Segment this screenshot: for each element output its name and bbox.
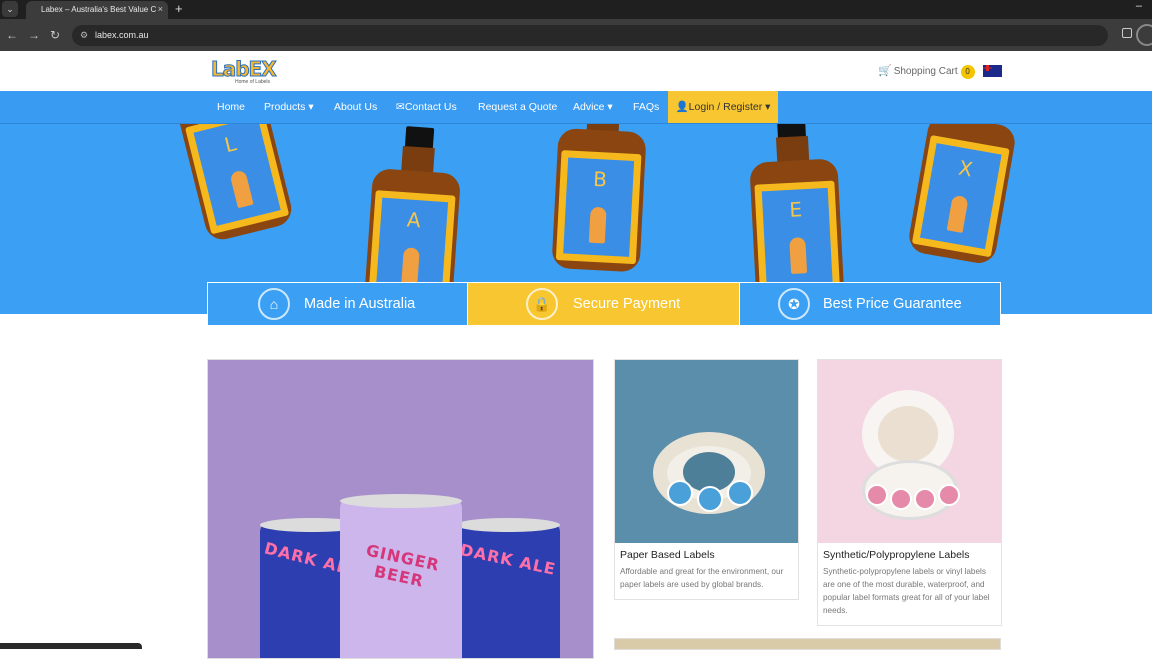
main-nav: Home Products ▾ About Us ✉Contact Us Req… bbox=[0, 91, 1152, 124]
status-bar bbox=[0, 643, 142, 649]
tab-search-button[interactable]: ⌄ bbox=[2, 1, 18, 17]
can-label: DARK ALE bbox=[458, 540, 558, 579]
nav-products[interactable]: Products ▾ bbox=[264, 91, 314, 123]
profile-avatar[interactable] bbox=[1136, 24, 1152, 46]
browser-toolbar: ← → ↻ ⚙ labex.com.au bbox=[0, 19, 1152, 51]
bottle-letter: B bbox=[592, 166, 608, 192]
bottle-letter: A bbox=[406, 207, 422, 233]
card-description: Affordable and great for the environment… bbox=[620, 567, 784, 589]
tab-close-icon[interactable]: × bbox=[158, 1, 163, 18]
feature-best-price: ✪ Best Price Guarantee bbox=[740, 283, 1000, 325]
reload-button[interactable]: ↻ bbox=[50, 27, 60, 43]
forward-button[interactable]: → bbox=[28, 27, 40, 43]
feature-label: Best Price Guarantee bbox=[823, 296, 962, 312]
card-title: Paper Based Labels bbox=[620, 549, 715, 561]
can-image: GINGER BEER bbox=[340, 494, 462, 658]
envelope-icon: ✉ bbox=[396, 101, 405, 113]
paper-labels-card[interactable]: Paper Based Labels Affordable and great … bbox=[614, 359, 799, 600]
logo-wordmark: LabEX bbox=[211, 57, 278, 81]
card-title: Synthetic/Polypropylene Labels bbox=[823, 549, 970, 561]
synthetic-labels-card[interactable]: Synthetic/Polypropylene Labels Synthetic… bbox=[817, 359, 1002, 626]
site-info-icon[interactable]: ⚙ bbox=[80, 25, 88, 46]
can-image: DARK ALE bbox=[456, 518, 560, 658]
bottle-letter: X bbox=[956, 155, 975, 182]
synthetic-labels-image bbox=[818, 360, 1001, 543]
shopping-cart-link[interactable]: 🛒 Shopping Cart 0 bbox=[878, 64, 975, 79]
paper-labels-image bbox=[615, 360, 798, 543]
user-icon: 👤 bbox=[675, 101, 689, 113]
cart-label: Shopping Cart bbox=[893, 66, 958, 77]
labex-logo[interactable]: LabEX Home of Labels bbox=[211, 57, 281, 86]
nav-contact-us[interactable]: ✉Contact Us bbox=[396, 91, 457, 123]
tab-title: Labex – Australia's Best Value C bbox=[41, 5, 157, 14]
nav-request-quote[interactable]: Request a Quote bbox=[478, 91, 557, 123]
nav-advice[interactable]: Advice ▾ bbox=[573, 91, 613, 123]
url-text: labex.com.au bbox=[95, 30, 149, 40]
can-label: GINGER BEER bbox=[364, 540, 442, 591]
address-bar[interactable]: ⚙ labex.com.au bbox=[72, 25, 1108, 46]
padlock-icon: 🔒 bbox=[526, 288, 558, 320]
australia-flag-icon[interactable] bbox=[983, 65, 1002, 77]
minimize-window-button[interactable]: – bbox=[1136, 0, 1142, 12]
australia-map-icon: ⌂ bbox=[258, 288, 290, 320]
feature-label: Made in Australia bbox=[304, 296, 416, 312]
next-product-card[interactable] bbox=[614, 638, 1001, 650]
nav-contact-label: Contact Us bbox=[404, 101, 457, 113]
new-tab-button[interactable]: + bbox=[175, 1, 183, 17]
card-description: Synthetic-polypropylene labels or vinyl … bbox=[823, 567, 990, 615]
feature-label: Secure Payment bbox=[573, 296, 681, 312]
bottle-letter: L bbox=[222, 131, 239, 158]
cart-count-badge: 0 bbox=[960, 65, 975, 79]
site-header: LabEX Home of Labels 🛒 Shopping Cart 0 bbox=[0, 51, 1152, 91]
nav-home[interactable]: Home bbox=[217, 91, 245, 123]
nav-faqs[interactable]: FAQs bbox=[633, 91, 659, 123]
nav-about-us[interactable]: About Us bbox=[334, 91, 377, 123]
side-panel-icon[interactable] bbox=[1122, 28, 1132, 38]
bottle-letter: E bbox=[788, 197, 803, 222]
features-bar: ⌂ Made in Australia 🔒 Secure Payment ✪ B… bbox=[207, 282, 1001, 326]
feature-secure-payment: 🔒 Secure Payment bbox=[468, 283, 740, 325]
browser-tabstrip: ⌄ Labex – Australia's Best Value C × + – bbox=[0, 0, 1152, 19]
feature-made-in-australia: ⌂ Made in Australia bbox=[208, 283, 468, 325]
medal-icon: ✪ bbox=[778, 288, 810, 320]
back-button[interactable]: ← bbox=[6, 27, 18, 43]
browser-tab[interactable]: Labex – Australia's Best Value C × bbox=[26, 1, 168, 19]
featured-product-card[interactable]: DARK ALE DARK ALE GINGER BEER bbox=[207, 359, 594, 659]
login-register-button[interactable]: 👤Login / Register ▾ bbox=[668, 91, 778, 123]
cart-icon: 🛒 bbox=[878, 65, 892, 77]
login-label: Login / Register ▾ bbox=[688, 101, 771, 113]
